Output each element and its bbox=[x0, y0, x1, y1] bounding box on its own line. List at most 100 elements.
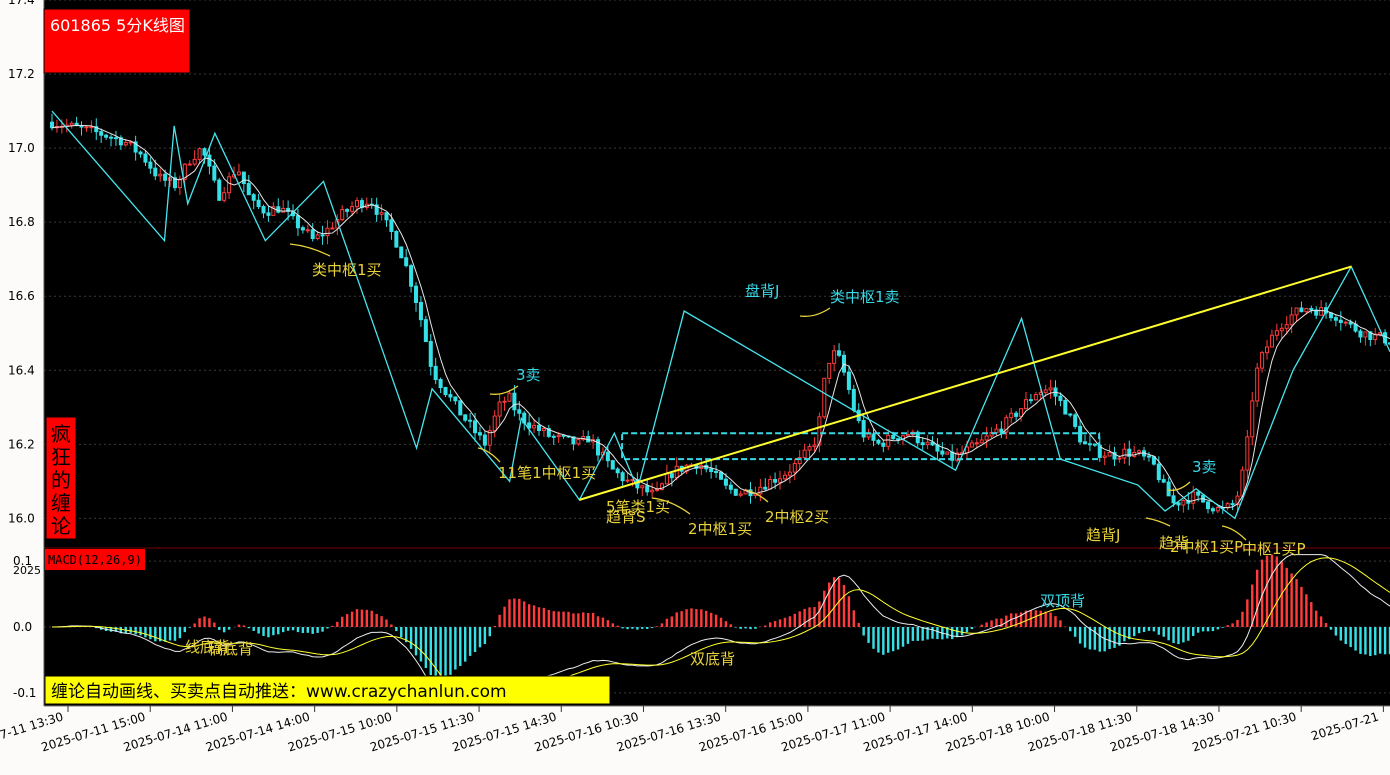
candle-body bbox=[89, 126, 94, 129]
candle-body bbox=[448, 394, 453, 398]
candle-body bbox=[886, 434, 891, 447]
candle-body bbox=[728, 484, 733, 490]
candle-body bbox=[674, 465, 679, 479]
candle-body bbox=[551, 435, 556, 438]
candle-body bbox=[763, 486, 768, 490]
candle-body bbox=[266, 212, 271, 216]
candle-body bbox=[1181, 500, 1186, 506]
candle-body bbox=[605, 451, 610, 462]
chart-canvas: 17.417.217.016.816.616.416.216.0 0.10.0-… bbox=[0, 0, 1390, 754]
candle-body bbox=[556, 434, 561, 438]
price-y-axis: 17.4 17.2 17.0 16.8 16.6 16.4 16.2 16.0 bbox=[8, 0, 35, 525]
candle-body bbox=[655, 488, 660, 491]
candle-body bbox=[69, 122, 74, 126]
signal-annotation: 中枢1买P bbox=[1242, 540, 1306, 558]
candle-body bbox=[473, 420, 478, 434]
candle-body bbox=[1250, 400, 1255, 438]
candle-body bbox=[807, 446, 812, 451]
candle-body bbox=[846, 371, 851, 390]
candle-body bbox=[640, 485, 645, 489]
candle-body bbox=[1343, 321, 1348, 324]
candle-body bbox=[463, 414, 468, 421]
candle-body bbox=[227, 176, 232, 194]
candle-body bbox=[876, 439, 881, 444]
candle-body bbox=[413, 285, 419, 303]
candle-body bbox=[1319, 307, 1324, 316]
candle-body bbox=[305, 229, 310, 232]
candle-body bbox=[905, 433, 910, 437]
side-label-char: 的 bbox=[51, 468, 71, 492]
candle-body bbox=[896, 438, 901, 441]
candle-body bbox=[940, 450, 945, 455]
candle-body bbox=[1048, 387, 1053, 391]
candle-body bbox=[1122, 448, 1127, 459]
candle-body bbox=[1304, 308, 1309, 313]
candle-body bbox=[669, 473, 674, 479]
candle-body bbox=[325, 227, 330, 237]
candle-body bbox=[532, 424, 537, 429]
candle-body bbox=[1210, 508, 1215, 512]
candle-body bbox=[84, 126, 89, 129]
candle-body bbox=[620, 472, 625, 482]
macd-tick-label: 0.0 bbox=[13, 620, 32, 634]
candle-body bbox=[158, 173, 163, 177]
candle-body bbox=[477, 432, 482, 436]
candle-body bbox=[423, 319, 428, 343]
candle-body bbox=[1028, 399, 1033, 402]
side-label-char: 缠 bbox=[51, 491, 71, 515]
signal-annotation: 类中枢1卖 bbox=[830, 288, 900, 306]
candle-body bbox=[177, 178, 182, 189]
candle-body bbox=[517, 409, 522, 414]
candle-body bbox=[768, 479, 773, 490]
candle-body bbox=[384, 212, 389, 221]
candle-body bbox=[389, 219, 394, 232]
candle-body bbox=[1171, 495, 1176, 504]
candle-body bbox=[1161, 479, 1166, 483]
candle-body bbox=[1230, 503, 1235, 506]
candle-body bbox=[984, 435, 989, 441]
candle-body bbox=[49, 121, 55, 129]
candle-body bbox=[310, 229, 315, 239]
candle-body bbox=[202, 148, 207, 156]
candle-body bbox=[1137, 450, 1142, 453]
candle-body bbox=[945, 451, 950, 455]
candle-body bbox=[418, 301, 423, 321]
side-label: 疯 狂 的 缠 论 bbox=[51, 422, 71, 538]
candle-body bbox=[315, 234, 320, 239]
side-label-char: 疯 bbox=[51, 422, 71, 446]
candle-body bbox=[192, 158, 197, 165]
candle-body bbox=[714, 471, 719, 474]
candle-body bbox=[320, 234, 325, 237]
candle-body bbox=[837, 350, 842, 356]
candle-body bbox=[615, 468, 620, 474]
macd-annotation: 双顶背 bbox=[1040, 592, 1085, 610]
candle-body bbox=[300, 227, 305, 231]
signal-annotation: 盘背J bbox=[745, 282, 779, 300]
candle-body bbox=[920, 442, 925, 446]
candle-body bbox=[1363, 331, 1368, 338]
candle-body bbox=[1063, 399, 1068, 415]
signal-annotation: 2中枢1买P bbox=[1170, 538, 1243, 556]
candle-body bbox=[468, 419, 473, 422]
main-panel bbox=[44, 0, 1390, 548]
time-x-axis: 2025-07-11 13:302025-07-11 15:002025-07-… bbox=[0, 706, 1384, 754]
candle-body bbox=[650, 489, 655, 493]
candle-body bbox=[1294, 307, 1299, 316]
candle-body bbox=[1299, 307, 1304, 313]
signal-annotation: 类中枢1买 bbox=[312, 261, 382, 279]
candle-body bbox=[1196, 491, 1201, 496]
price-tick-label: 16.8 bbox=[8, 215, 35, 229]
candle-body bbox=[404, 257, 409, 267]
candle-body bbox=[217, 179, 222, 201]
candle-body bbox=[812, 444, 817, 448]
candle-body bbox=[861, 420, 866, 438]
candle-body bbox=[1102, 455, 1107, 458]
candle-body bbox=[1087, 443, 1092, 446]
candle-body bbox=[113, 137, 118, 140]
candle-body bbox=[99, 131, 104, 136]
signal-annotation: 3卖 bbox=[516, 366, 541, 384]
price-tick-label: 17.4 bbox=[8, 0, 35, 7]
price-tick-label: 17.0 bbox=[8, 141, 35, 155]
candle-body bbox=[222, 192, 227, 201]
signal-annotation: 趋背J bbox=[1086, 526, 1120, 544]
